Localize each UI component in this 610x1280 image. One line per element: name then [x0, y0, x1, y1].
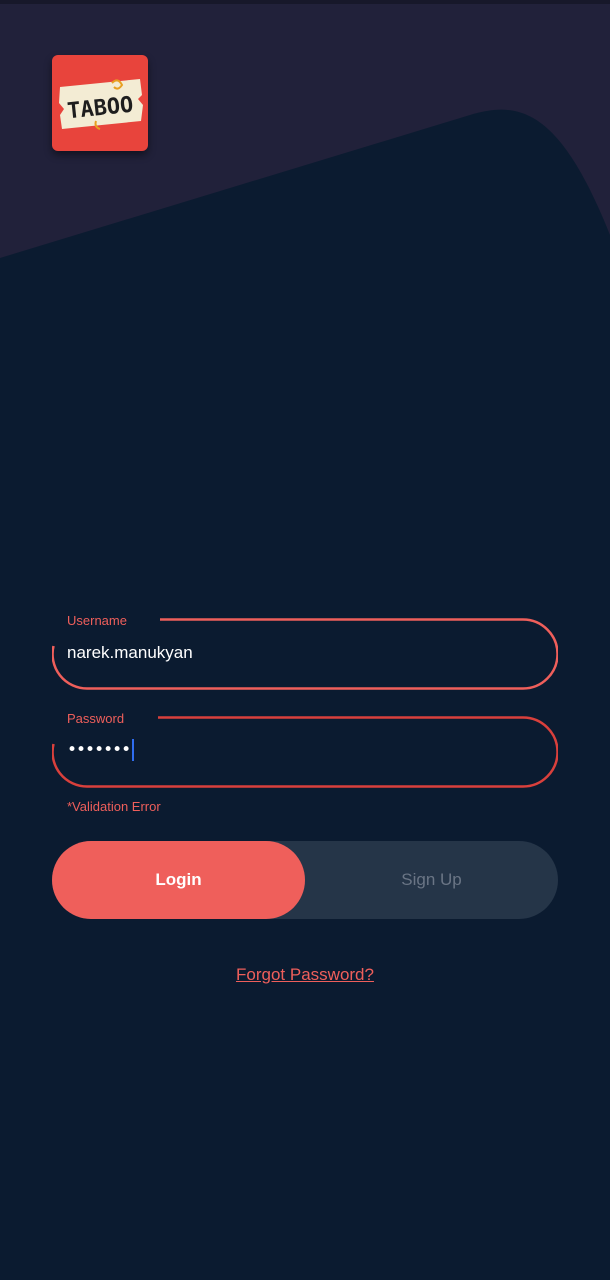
text-cursor	[132, 739, 135, 761]
password-field[interactable]: •••••••	[52, 716, 558, 788]
forgot-password-link[interactable]: Forgot Password?	[0, 965, 610, 985]
signup-button[interactable]: Sign Up	[305, 841, 558, 919]
password-input-row: •••••••	[67, 738, 135, 762]
auth-mode-toggle: Login Sign Up	[52, 841, 558, 919]
username-field[interactable]: narek.manukyan	[52, 618, 558, 690]
login-button[interactable]: Login	[52, 841, 305, 919]
username-value: narek.manukyan	[67, 643, 193, 662]
validation-error: *Validation Error	[67, 799, 161, 814]
password-value: •••••••	[67, 740, 131, 760]
app-logo: TABOO	[52, 55, 148, 151]
